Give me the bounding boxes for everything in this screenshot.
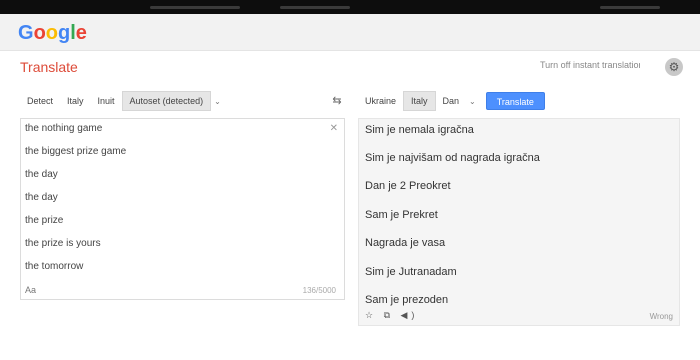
input-tools-icon[interactable]: Aa [25, 285, 36, 295]
logo-letter: G [18, 22, 34, 44]
translation-line[interactable]: Nagrada je vasa [365, 237, 445, 249]
browser-bar-detail [600, 6, 660, 9]
target-tab-dan[interactable]: Dan [436, 92, 467, 110]
source-language-bar: Detect Italy Inuit Autoset (detected) ⌄ [20, 90, 221, 112]
translation-output: Sim je nemala igračna Sim je najvišam od… [358, 118, 680, 326]
source-tab-detected-label: Autoset (detected) [129, 96, 204, 106]
translation-line[interactable]: Sim je najvišam od nagrada igračna [365, 152, 540, 164]
browser-bar-detail [280, 6, 350, 9]
char-count: 136/5000 [302, 286, 336, 295]
source-line: the nothing game [25, 123, 103, 134]
chevron-down-icon[interactable]: ⌄ [469, 97, 476, 106]
source-line: the biggest prize game [25, 146, 127, 157]
page-title: Translate [20, 59, 78, 75]
turn-off-instant-link[interactable]: Turn off instant translation [540, 60, 640, 73]
target-language-bar: Ukraine Italy Dan ⌄ Translate [358, 90, 545, 112]
google-logo[interactable]: Google [18, 22, 87, 45]
chevron-down-icon[interactable]: ⌄ [214, 97, 221, 106]
source-line: the prize is yours [25, 238, 101, 249]
source-line: the prize [25, 215, 64, 226]
source-tab-italy[interactable]: Italy [60, 92, 91, 110]
translation-line[interactable]: Sam je prezoden [365, 294, 448, 306]
source-line: the tomorrow [25, 261, 84, 272]
browser-top-bar [0, 0, 700, 14]
logo-letter: o [33, 22, 46, 44]
wrong-link[interactable]: Wrong [650, 312, 673, 321]
source-line: the day [25, 192, 58, 203]
source-tab-detected[interactable]: Autoset (detected) [121, 91, 212, 111]
output-actions-icons[interactable]: ☆ ⧉ ◀) [365, 310, 418, 321]
source-text-area[interactable]: ✕ the nothing game the biggest prize gam… [20, 118, 345, 300]
close-icon[interactable]: ✕ [330, 123, 338, 134]
logo-letter: e [75, 22, 87, 44]
translation-line[interactable]: Dan je 2 Preokret [365, 180, 451, 192]
translation-line[interactable]: Sam je Prekret [365, 209, 438, 221]
target-tab-italy[interactable]: Italy [403, 91, 436, 111]
translation-line[interactable]: Sim je nemala igračna [365, 124, 474, 136]
source-line: the day [25, 169, 58, 180]
source-tab-detect[interactable]: Detect [20, 92, 60, 110]
translate-button[interactable]: Translate [485, 92, 545, 110]
source-tab-inuit[interactable]: Inuit [91, 92, 122, 110]
translation-line[interactable]: Sim je Jutranadam [365, 266, 457, 278]
google-bar: Google [0, 14, 700, 51]
target-tab-ukraine[interactable]: Ukraine [358, 92, 403, 110]
gear-icon[interactable]: ⚙ [665, 58, 683, 76]
logo-letter: g [58, 22, 71, 44]
swap-languages-icon[interactable]: ⇆ [328, 92, 346, 110]
logo-letter: o [45, 22, 58, 44]
browser-bar-detail [150, 6, 240, 9]
